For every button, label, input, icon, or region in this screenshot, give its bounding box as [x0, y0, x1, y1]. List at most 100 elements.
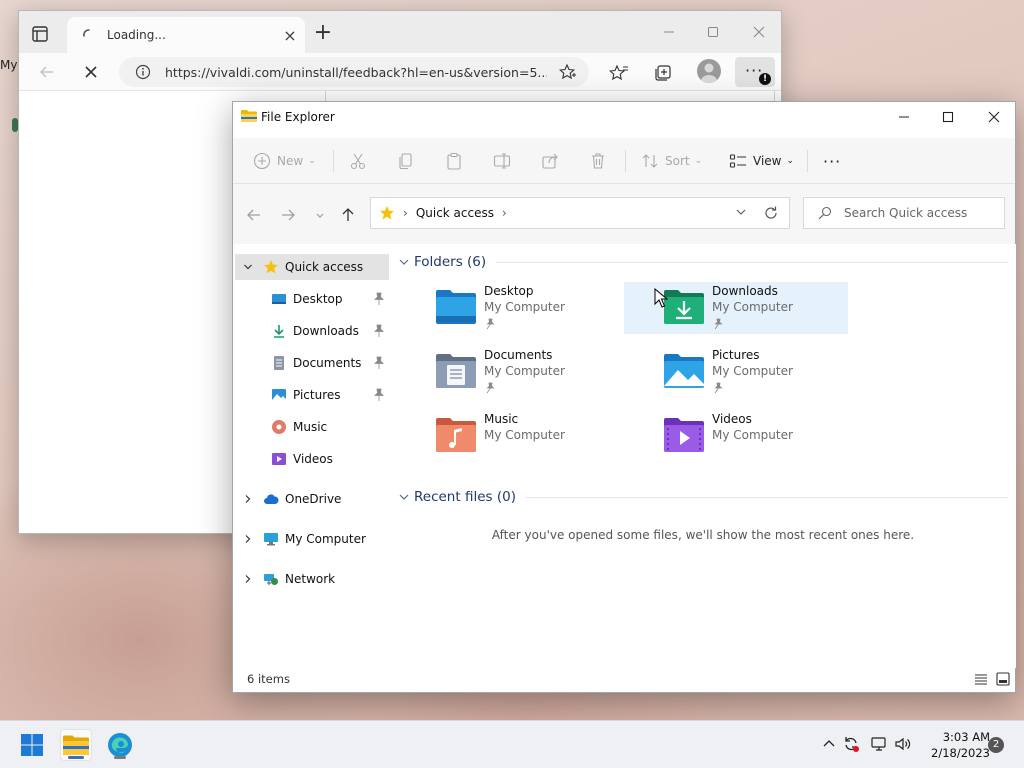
search-icon — [818, 206, 832, 220]
new-tab-button[interactable]: + — [313, 22, 333, 44]
copy-button[interactable] — [397, 150, 421, 172]
favorites-icon[interactable] — [609, 63, 629, 83]
explorer-title-bar[interactable]: File Explorer — [233, 102, 1015, 132]
rename-icon — [493, 152, 511, 170]
collapsed-chevron-icon[interactable] — [239, 494, 257, 504]
folder-location: My Computer — [712, 364, 793, 378]
up-arrow-icon[interactable] — [339, 206, 357, 224]
folder-tile-videos[interactable]: Videos My Computer — [624, 410, 848, 462]
address-bar[interactable]: https://vivaldi.com/uninstall/feedback?h… — [119, 57, 589, 87]
breadcrumb-quick-access[interactable]: Quick access — [416, 206, 494, 220]
minimize-button[interactable] — [889, 106, 919, 128]
nav-item-music[interactable]: Music — [235, 414, 389, 440]
collapsed-chevron-icon[interactable] — [239, 534, 257, 544]
taskbar-edge-icon[interactable] — [104, 729, 136, 761]
close-window-button[interactable] — [749, 23, 769, 41]
paste-button[interactable] — [445, 150, 469, 172]
start-button[interactable] — [16, 729, 48, 761]
rename-button[interactable] — [493, 150, 517, 172]
details-view-icon[interactable] — [973, 671, 989, 687]
more-options-button[interactable]: ··· — [823, 150, 841, 172]
chevron-down-icon: ⌄ — [308, 156, 316, 166]
nav-label: My Computer — [285, 532, 366, 546]
browser-tab[interactable]: Loading... × — [67, 17, 305, 53]
separator — [625, 150, 626, 172]
url-text[interactable]: https://vivaldi.com/uninstall/feedback?h… — [165, 65, 547, 80]
clipboard-icon — [445, 152, 463, 170]
search-input[interactable]: Search Quick access — [803, 197, 1005, 229]
taskbar-file-explorer-icon[interactable] — [60, 729, 92, 761]
section-divider — [496, 261, 1008, 263]
sort-label: Sort — [665, 154, 690, 168]
close-window-button[interactable] — [979, 106, 1009, 128]
status-bar: 6 items — [233, 666, 1015, 692]
pin-icon[interactable] — [373, 292, 385, 306]
nav-item-quick-access[interactable]: Quick access — [235, 254, 389, 280]
recent-locations-chevron-icon[interactable] — [311, 206, 329, 224]
cut-button[interactable] — [349, 150, 373, 172]
clock[interactable]: 3:03 AM 2/18/2023 — [920, 729, 990, 761]
notification-count-badge[interactable]: 2 — [988, 737, 1004, 753]
clock-time: 3:03 AM — [942, 730, 990, 744]
address-bar[interactable]: › Quick access › — [370, 197, 790, 229]
tab-title: Loading... — [107, 28, 166, 42]
view-button[interactable]: View ⌄ — [729, 150, 794, 172]
search-placeholder: Search Quick access — [844, 206, 968, 220]
videos-folder-icon — [662, 416, 706, 454]
tiles-view-icon[interactable] — [995, 671, 1011, 687]
chevron-up-icon[interactable] — [820, 735, 838, 753]
minimize-button[interactable] — [659, 23, 679, 41]
forward-arrow-icon[interactable] — [279, 206, 297, 224]
browser-toolbar: https://vivaldi.com/uninstall/feedback?h… — [19, 53, 781, 91]
nav-item-documents[interactable]: Documents — [235, 350, 389, 376]
collapsed-chevron-icon[interactable] — [239, 574, 257, 584]
pin-icon[interactable] — [373, 324, 385, 338]
add-favorite-icon[interactable] — [559, 63, 577, 81]
folder-tile-desktop[interactable]: Desktop My Computer — [396, 282, 620, 334]
folder-location: My Computer — [484, 364, 565, 378]
desktop-icon-label[interactable]: My — [0, 58, 17, 72]
back-arrow-icon[interactable] — [245, 206, 263, 224]
tab-close-button[interactable]: × — [279, 26, 301, 45]
share-button[interactable] — [541, 150, 565, 172]
nav-label: Documents — [293, 356, 362, 370]
recent-files-section-header[interactable]: Recent files (0) — [398, 487, 1008, 507]
maximize-button[interactable] — [933, 106, 963, 128]
refresh-icon[interactable] — [763, 205, 779, 221]
nav-item-my-computer[interactable]: My Computer — [235, 526, 389, 552]
profile-avatar[interactable] — [697, 59, 721, 83]
delete-button[interactable] — [589, 150, 613, 172]
nav-item-desktop[interactable]: Desktop — [235, 286, 389, 312]
site-info-icon[interactable] — [135, 64, 151, 80]
folder-tile-pictures[interactable]: Pictures My Computer — [624, 346, 848, 398]
pin-icon[interactable] — [373, 388, 385, 402]
nav-item-onedrive[interactable]: OneDrive — [235, 486, 389, 512]
folders-header-label: Folders (6) — [414, 254, 487, 270]
expanded-chevron-icon[interactable] — [239, 262, 257, 272]
folder-tile-documents[interactable]: Documents My Computer — [396, 346, 620, 398]
desktop-folder-icon — [434, 288, 478, 326]
back-arrow-icon[interactable] — [37, 62, 57, 82]
nav-item-network[interactable]: Network — [235, 566, 389, 592]
folder-tile-music[interactable]: Music My Computer — [396, 410, 620, 462]
pin-icon[interactable] — [373, 356, 385, 370]
breadcrumb-chevron-icon[interactable]: › — [502, 206, 507, 220]
volume-icon[interactable] — [894, 735, 912, 753]
tab-actions-icon[interactable] — [31, 25, 49, 43]
folders-section-header[interactable]: Folders (6) — [398, 252, 1008, 272]
stop-loading-icon[interactable] — [81, 62, 101, 82]
address-history-chevron-icon[interactable] — [735, 206, 747, 218]
network-status-icon[interactable] — [870, 735, 888, 753]
download-arrow-icon — [271, 323, 287, 339]
maximize-button[interactable] — [703, 23, 723, 41]
sync-icon[interactable] — [842, 735, 860, 753]
new-button[interactable]: New ⌄ — [253, 150, 316, 172]
nav-item-downloads[interactable]: Downloads — [235, 318, 389, 344]
clock-date: 2/18/2023 — [931, 746, 990, 760]
nav-label: Downloads — [293, 324, 359, 338]
nav-item-pictures[interactable]: Pictures — [235, 382, 389, 408]
collections-icon[interactable] — [653, 63, 673, 83]
settings-menu-button[interactable]: ··· ! — [735, 57, 775, 87]
nav-item-videos[interactable]: Videos — [235, 446, 389, 472]
sort-button[interactable]: Sort ⌄ — [641, 150, 702, 172]
